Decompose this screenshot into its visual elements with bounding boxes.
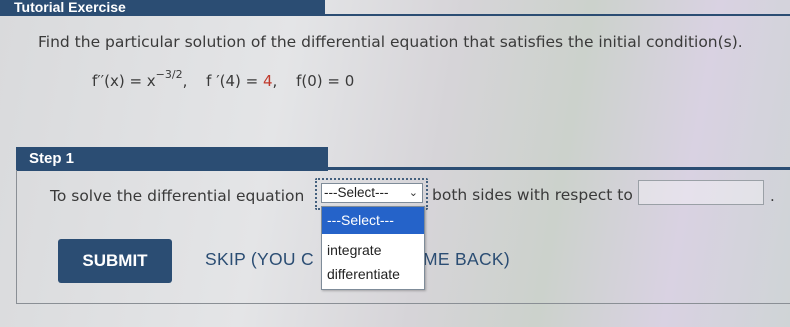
variable-answer-input[interactable] [638, 180, 764, 205]
equation-lhs: f′′(x) = x [92, 72, 156, 90]
step-instruction-start: To solve the differential equation [50, 187, 305, 205]
skip-link[interactable]: SKIP (YOU C ME BACK) [205, 249, 510, 270]
operation-select[interactable]: ---Select--- ⌄ [321, 183, 423, 203]
skip-link-text: SKIP (YOU C [205, 249, 314, 269]
select-current-value: ---Select--- [324, 185, 389, 200]
equation-exponent: −3/2 [155, 68, 183, 81]
select-option-integrate[interactable]: integrate [322, 238, 424, 262]
equation: f′′(x) = x−3/2, f ′(4) = 4, f(0) = 0 [92, 68, 355, 90]
exercise-title: Tutorial Exercise [14, 0, 126, 15]
initial-condition-1-value: 4 [262, 72, 273, 90]
chevron-down-icon: ⌄ [408, 187, 418, 199]
initial-condition-1: f ′(4) = [206, 72, 263, 90]
submit-button[interactable]: SUBMIT [58, 239, 172, 283]
step-instruction-end: both sides with respect to [432, 186, 633, 204]
skip-link-text-tail: ME BACK) [423, 249, 510, 269]
initial-condition-2: f(0) = 0 [296, 72, 355, 90]
sentence-period: . [770, 187, 775, 205]
exercise-header-tab: Tutorial Exercise [0, 0, 325, 16]
header-rule [325, 14, 790, 16]
question-prompt: Find the particular solution of the diff… [38, 33, 743, 51]
select-dropdown-list: ---Select--- integrate differentiate [321, 206, 425, 290]
select-option-placeholder[interactable]: ---Select--- [322, 207, 424, 234]
select-option-differentiate[interactable]: differentiate [322, 262, 424, 286]
step-label: Step 1 [29, 150, 75, 167]
step-header: Step 1 [16, 147, 328, 171]
